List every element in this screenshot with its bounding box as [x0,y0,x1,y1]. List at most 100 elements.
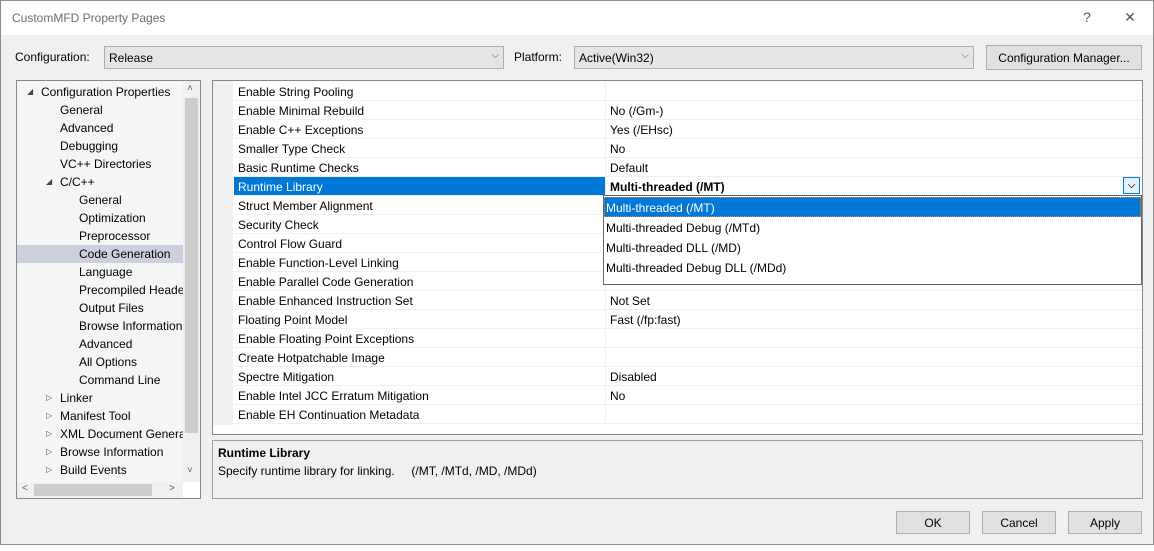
property-name: Create Hotpatchable Image [238,351,385,365]
description-panel: Runtime Library Specify runtime library … [212,440,1143,499]
property-value[interactable] [605,405,1142,423]
property-row[interactable]: Floating Point Model Fast (/fp:fast) [234,310,1142,329]
property-name: Enable Function-Level Linking [238,256,399,270]
expand-arrow-icon[interactable]: ▷ [46,407,52,425]
apply-button[interactable]: Apply [1068,511,1142,534]
property-name: Runtime Library [234,177,605,195]
tree-item-label: Browse Information [79,319,183,333]
title-bar: CustomMFD Property Pages ? ✕ [1,1,1153,35]
property-row[interactable]: Enable EH Continuation Metadata [234,405,1142,424]
property-value[interactable] [605,329,1142,347]
tree-item[interactable]: ▷ Browse Information [17,443,183,461]
configuration-manager-button[interactable]: Configuration Manager... [986,45,1142,70]
property-value[interactable]: Yes (/EHsc) [605,120,1142,138]
property-value[interactable]: No [605,386,1142,404]
configuration-select[interactable]: Release ⌵ [104,46,504,69]
dropdown-option[interactable]: Multi-threaded Debug (/MTd) [604,217,1141,237]
help-icon[interactable]: ? [1077,9,1097,25]
tree-item[interactable]: Precompiled Headers [17,281,183,299]
property-value-text: No [610,389,626,403]
property-row[interactable]: Enable Enhanced Instruction Set Not Set [234,291,1142,310]
tree-item[interactable]: VC++ Directories [17,155,183,173]
close-icon[interactable]: ✕ [1120,9,1140,26]
ok-button[interactable]: OK [896,511,970,534]
tree-horizontal-thumb[interactable] [34,484,152,496]
tree-item[interactable]: ▷ Build Events [17,461,183,479]
tree-item[interactable]: ▷ Manifest Tool [17,407,183,425]
property-value[interactable]: No (/Gm-) [605,101,1142,119]
property-name: Spectre Mitigation [238,370,335,384]
expand-arrow-icon[interactable]: ▷ [46,443,52,461]
tree-vertical-thumb[interactable] [185,98,198,433]
platform-select[interactable]: Active(Win32) ⌵ [574,46,974,69]
configuration-label: Configuration: [15,50,90,64]
grid-margin [213,81,233,425]
property-row[interactable]: Basic Runtime Checks Default [234,158,1142,177]
collapse-arrow-icon[interactable]: ◢ [27,83,33,101]
dropdown-option[interactable]: Multi-threaded (/MT) [604,197,1141,217]
expand-arrow-icon[interactable]: ▷ [46,389,52,407]
tree-item[interactable]: Language [17,263,183,281]
dropdown-option[interactable]: Multi-threaded Debug DLL (/MDd) [604,257,1141,277]
tree-item[interactable]: All Options [17,353,183,371]
tree-item[interactable]: ▷ Linker [17,389,183,407]
configuration-value: Release [109,51,154,65]
property-value-text: Disabled [610,370,657,384]
tree-item[interactable]: ▷ XML Document Generator [17,425,183,443]
property-row[interactable]: Enable String Pooling [234,82,1142,101]
tree-item-label: Debugging [60,139,119,153]
property-row[interactable]: Enable C++ Exceptions Yes (/EHsc) [234,120,1142,139]
property-row[interactable]: Spectre Mitigation Disabled [234,367,1142,386]
expand-arrow-icon[interactable]: ▷ [46,425,52,443]
tree-item[interactable]: ◢ Configuration Properties [17,83,183,101]
platform-value: Active(Win32) [579,51,654,65]
settings-tree: ◢ Configuration Properties General Advanced… [16,80,201,499]
scroll-up-icon[interactable]: ˄ [187,83,193,94]
tree-item-label: Linker [60,391,93,405]
tree-item-label: Precompiled Headers [79,283,183,297]
property-row[interactable]: Enable Intel JCC Erratum Mitigation No [234,386,1142,405]
property-value[interactable] [605,82,1142,100]
tree-item-label: Advanced [79,337,133,351]
property-name: Enable Minimal Rebuild [238,104,365,118]
dropdown-option[interactable]: Multi-threaded DLL (/MD) [604,237,1141,257]
property-value[interactable]: No [605,139,1142,157]
tree-item[interactable]: Output Files [17,299,183,317]
property-row[interactable]: Create Hotpatchable Image [234,348,1142,367]
scroll-down-icon[interactable]: ˅ [187,465,193,476]
scroll-left-icon[interactable]: < [22,483,28,494]
tree-item[interactable]: ◢ C/C++ [17,173,183,191]
property-value[interactable]: Default [605,158,1142,176]
tree-item[interactable]: Advanced [17,335,183,353]
tree-item[interactable]: Code Generation [17,245,183,263]
tree-item[interactable]: Optimization [17,209,183,227]
tree-item[interactable]: Advanced [17,119,183,137]
chevron-down-icon: ⌵ [491,50,499,61]
property-row[interactable]: Smaller Type Check No [234,139,1142,158]
property-value[interactable]: Multi-threaded (/MT) ⌵ [605,177,1142,195]
tree-item[interactable]: General [17,191,183,209]
property-name: Floating Point Model [238,313,348,327]
tree-horizontal-scrollbar[interactable]: < > [17,482,183,498]
property-row[interactable]: Runtime Library Multi-threaded (/MT) ⌵ [234,177,1142,196]
scroll-right-icon[interactable]: > [169,483,175,494]
property-row[interactable]: Enable Minimal Rebuild No (/Gm-) [234,101,1142,120]
tree-vertical-scrollbar[interactable]: ˄ ˅ [183,81,200,482]
cancel-button[interactable]: Cancel [982,511,1056,534]
property-value[interactable]: Fast (/fp:fast) [605,310,1142,328]
expand-arrow-icon[interactable]: ▷ [46,461,52,479]
runtime-library-dropdown-list: Multi-threaded (/MT) Multi-threaded Debug… [603,195,1142,285]
tree-item[interactable]: Command Line [17,371,183,389]
property-name: Control Flow Guard [238,237,343,251]
property-value[interactable] [605,348,1142,366]
tree-item[interactable]: Preprocessor [17,227,183,245]
tree-item[interactable]: Debugging [17,137,183,155]
property-value[interactable]: Disabled [605,367,1142,385]
collapse-arrow-icon[interactable]: ◢ [46,173,52,191]
chevron-down-icon[interactable]: ⌵ [1123,177,1140,194]
tree-item[interactable]: General [17,101,183,119]
tree-item[interactable]: Browse Information [17,317,183,335]
property-value[interactable]: Not Set [605,291,1142,309]
property-value-text: Not Set [610,294,651,308]
property-row[interactable]: Enable Floating Point Exceptions [234,329,1142,348]
